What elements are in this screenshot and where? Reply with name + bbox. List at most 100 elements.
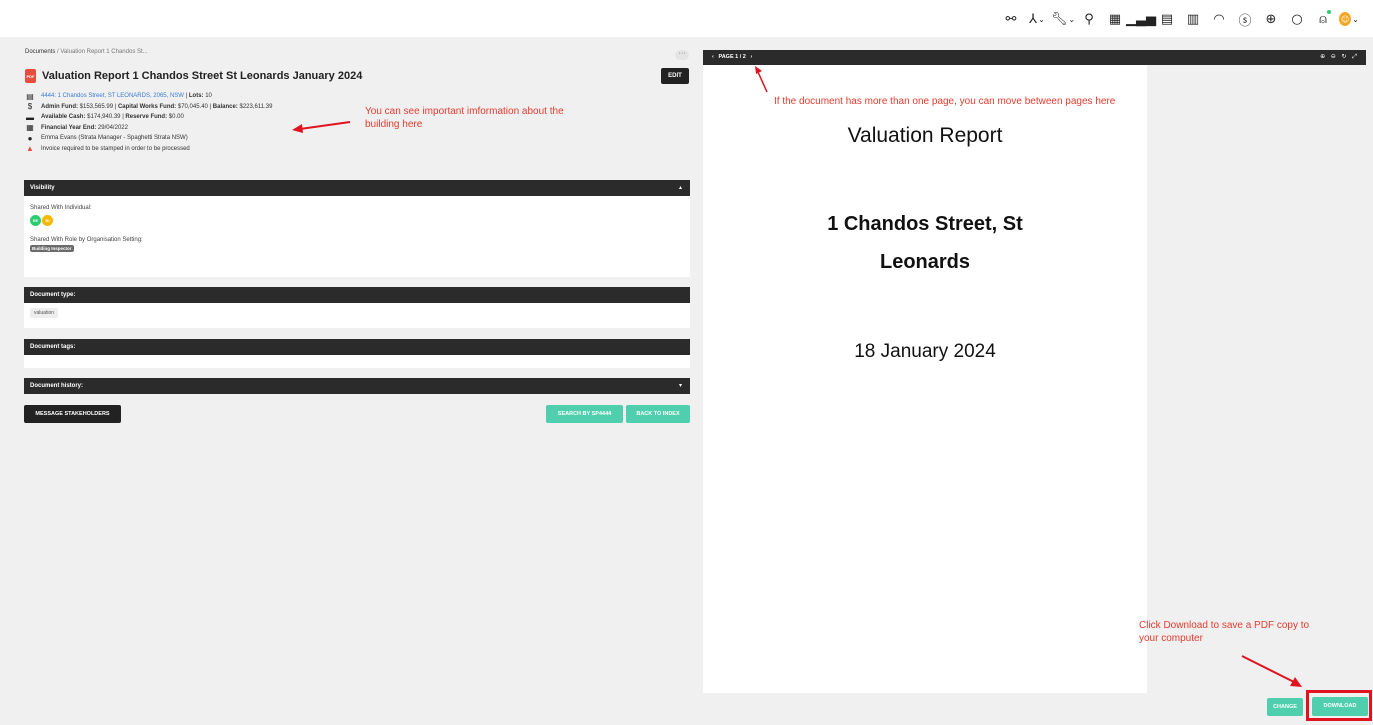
separator: |	[185, 93, 188, 100]
avatar[interactable]: BI	[42, 215, 53, 226]
page-annotation: If the document has more than one page, …	[774, 96, 1116, 107]
info-annotation: You can see important imformation about …	[365, 105, 564, 131]
prev-page-button[interactable]: ‹	[712, 54, 714, 60]
separator: |	[122, 114, 124, 121]
pdf-file-icon: PDF	[25, 69, 36, 83]
building-link[interactable]: 4444: 1 Chandos Street, ST LEONARDS, 206…	[41, 93, 184, 99]
building-icon: ▤	[26, 91, 34, 101]
search-by-sp-button[interactable]: SEARCH BY SP4444	[546, 405, 623, 423]
separator: |	[209, 103, 212, 110]
page-annotation-arrow	[755, 66, 768, 93]
building-icon[interactable]: ▥	[1183, 10, 1203, 28]
admin-fund-value: $153,565.99	[79, 103, 114, 110]
dollar-icon[interactable]: ⓢ	[1235, 10, 1255, 29]
download-annotation: Click Download to save a PDF copy to you…	[1139, 619, 1309, 645]
document-tags-panel: Document tags:	[24, 339, 690, 368]
cash-row: ▬ Available Cash: $174,940.39 | Reserve …	[25, 112, 272, 123]
funds-row: $ Admin Fund: $153,565.99 | Capital Work…	[25, 102, 273, 113]
chat-icon[interactable]: ○	[1287, 10, 1307, 28]
calendar-icon: ▦	[26, 123, 34, 133]
role-tag: Building Inspector	[30, 245, 74, 252]
separator: |	[114, 103, 117, 110]
reserve-fund-value: $0.00	[168, 114, 184, 121]
fy-end-value: 29/04/2022	[97, 124, 128, 131]
document-type-header: Document type:	[24, 287, 690, 303]
page-title: Valuation Report 1 Chandos Street St Leo…	[42, 70, 363, 82]
gauge-icon[interactable]: ◠	[1209, 10, 1229, 28]
viewer-tools[interactable]: ⊕ ⊖ ↻ ⤢	[1320, 50, 1359, 65]
download-annotation-line2: your computer	[1139, 633, 1203, 644]
wrench-icon[interactable]: 🔧︎ ⌄	[1051, 10, 1075, 28]
document-tags-heading: Document tags:	[30, 344, 76, 350]
back-to-index-button[interactable]: BACK TO INDEX	[626, 405, 690, 423]
shared-role-label: Shared With Role by Organisation Setting…	[30, 237, 143, 243]
visibility-panel: Visibility ▴ Shared With Individual: EE B…	[24, 180, 690, 277]
document-page: Valuation Report 1 Chandos Street, St Le…	[703, 65, 1147, 693]
shared-individual-label: Shared With Individual:	[30, 205, 92, 211]
award-icon[interactable]: ⚲	[1079, 10, 1099, 28]
reserve-fund-label: Reserve Fund:	[125, 114, 168, 121]
document-tags-header: Document tags:	[24, 339, 690, 355]
title-row: PDF Valuation Report 1 Chandos Street St…	[25, 69, 362, 83]
message-stakeholders-button[interactable]: MESSAGE STAKEHOLDERS	[24, 405, 121, 423]
cash-icon: ▬	[26, 112, 34, 122]
dollar-icon: $	[27, 102, 33, 112]
capital-works-value: $70,045.40	[177, 103, 208, 110]
available-cash-label: Available Cash:	[41, 114, 86, 121]
admin-fund-label: Admin Fund:	[41, 103, 78, 110]
top-bar: ⚯ ⅄ ⌄ 🔧︎ ⌄ ⚲ ▦ ▁▃▅ ▤ ▥ ◠ ⓢ ⊕ ○ ⍝ ☺ ⌄	[0, 0, 1373, 37]
chevron-up-icon[interactable]: ▴	[679, 180, 682, 196]
download-annotation-arrow	[1241, 655, 1302, 687]
visibility-header[interactable]: Visibility ▴	[24, 180, 690, 196]
stamp-row: ▲ Invoice required to be stamped in orde…	[25, 144, 272, 155]
fy-row: ▦ Financial Year End: 29/04/2022	[25, 123, 272, 134]
more-options-button[interactable]: ···	[675, 50, 689, 60]
user-avatar[interactable]: ☺ ⌄	[1339, 10, 1359, 28]
page-date: 18 January 2024	[854, 341, 996, 362]
org-chart-icon[interactable]: ⅄ ⌄	[1027, 10, 1047, 28]
page-indicator: PAGE 1 / 2	[718, 54, 746, 60]
chevron-down-icon[interactable]: ▾	[679, 378, 682, 394]
bar-chart-icon[interactable]: ▁▃▅	[1126, 10, 1156, 28]
viewer-toolbar: ‹ PAGE 1 / 2 › ⊕ ⊖ ↻ ⤢	[703, 50, 1366, 65]
manager-row: ● Emma Evans (Strata Manager - Spaghetti…	[25, 133, 272, 144]
building-info: ▤ 4444: 1 Chandos Street, ST LEONARDS, 2…	[25, 91, 272, 154]
document-details-panel: Documents / Valuation Report 1 Chandos S…	[18, 45, 692, 435]
document-history-heading: Document history:	[30, 383, 84, 389]
download-highlight-box	[1306, 690, 1372, 721]
download-annotation-line1: Click Download to save a PDF copy to	[1139, 620, 1310, 631]
fy-end-label: Financial Year End:	[41, 124, 97, 131]
document-type-body: valuation	[24, 303, 690, 324]
document-icon[interactable]: ▤	[1157, 10, 1177, 28]
breadcrumb-current: Valuation Report 1 Chandos St...	[60, 49, 148, 55]
capital-works-label: Capital Works Fund:	[117, 103, 177, 110]
breadcrumb-root[interactable]: Documents	[25, 49, 55, 55]
top-icons: ⚯ ⅄ ⌄ 🔧︎ ⌄ ⚲ ▦ ▁▃▅ ▤ ▥ ◠ ⓢ ⊕ ○ ⍝ ☺ ⌄	[1001, 10, 1359, 29]
breadcrumb: Documents / Valuation Report 1 Chandos S…	[25, 49, 148, 55]
calendar-check-icon[interactable]: ▦	[1105, 10, 1125, 28]
page-address-line2: Leonards	[879, 251, 971, 273]
manager-name: Emma Evans (Strata Manager - Spaghetti S…	[41, 135, 188, 142]
info-annotation-line2: building here	[365, 119, 423, 130]
document-history-panel: Document history: ▾	[24, 378, 690, 394]
next-page-button[interactable]: ›	[750, 54, 752, 60]
visibility-body: Shared With Individual: EE BI Shared With…	[24, 196, 690, 258]
document-history-header[interactable]: Document history: ▾	[24, 378, 690, 394]
lots-value: 10	[205, 93, 212, 100]
avatar[interactable]: EE	[30, 215, 41, 226]
document-type-tag: valuation	[30, 308, 59, 318]
stamp-icon: ▲	[26, 144, 34, 154]
bell-icon[interactable]: ⍝	[1313, 10, 1333, 28]
edit-button[interactable]: EDIT	[661, 68, 689, 84]
network-icon[interactable]: ⚯	[1001, 10, 1021, 28]
lifebuoy-icon[interactable]: ⊕	[1261, 10, 1281, 28]
document-type-panel: Document type: valuation	[24, 287, 690, 328]
balance-label: Balance:	[212, 103, 238, 110]
page-heading: Valuation Report	[847, 124, 1003, 147]
balance-value: $223,611.39	[239, 103, 273, 110]
visibility-heading: Visibility	[30, 185, 55, 191]
building-row: ▤ 4444: 1 Chandos Street, ST LEONARDS, 2…	[25, 91, 272, 102]
lots-label: Lots:	[188, 93, 204, 100]
page-address-line1: 1 Chandos Street, St	[827, 213, 1023, 235]
change-button[interactable]: CHANGE	[1267, 698, 1303, 716]
